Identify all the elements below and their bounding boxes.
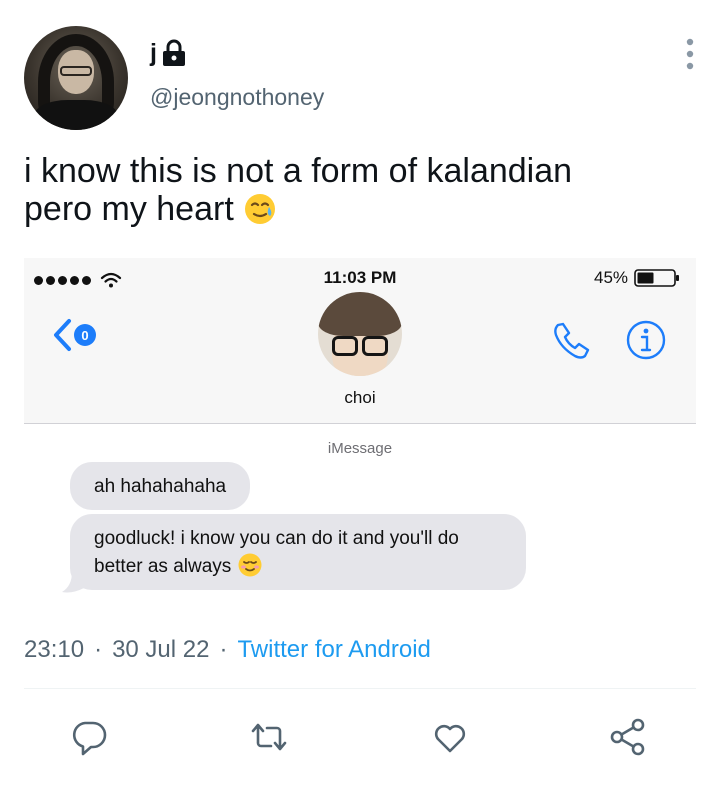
info-icon[interactable]	[626, 320, 666, 360]
tweet-time[interactable]: 23:10	[24, 636, 84, 664]
battery-icon	[634, 269, 680, 287]
reply-button[interactable]	[64, 712, 114, 762]
retweet-icon	[251, 723, 287, 751]
unread-badge: 0	[74, 324, 96, 346]
tweet-text: i know this is not a form of kalandian p…	[24, 152, 684, 228]
message-text-line-1: goodluck! i know you can do it and you'l…	[94, 528, 459, 549]
back-button[interactable]: 0	[52, 318, 96, 352]
reply-icon	[72, 721, 107, 756]
tweet-date[interactable]: 30 Jul 22	[112, 636, 209, 664]
more-options-icon[interactable]	[680, 36, 700, 72]
contact-glasses-right	[362, 336, 388, 356]
tweet-text-line-2-text: pero my heart	[24, 190, 234, 228]
smiling-face-icon	[238, 553, 262, 577]
contact-glasses-left	[332, 336, 358, 356]
contact-avatar[interactable]	[318, 292, 402, 376]
author-handle[interactable]: @jeongnothoney	[150, 84, 324, 111]
phone-icon[interactable]	[554, 320, 592, 360]
like-button[interactable]	[425, 712, 475, 762]
tweet-text-line-1: i know this is not a form of kalandian	[24, 152, 573, 190]
heart-icon	[434, 724, 466, 753]
meta-separator: ·	[94, 636, 103, 663]
smiling-face-with-tear-icon	[245, 194, 276, 224]
tweet-text-line-2: pero my heart	[24, 190, 684, 228]
retweet-button[interactable]	[244, 712, 294, 762]
avatar-glasses	[60, 66, 92, 76]
bubble-tail	[62, 572, 84, 593]
battery-status: 45%	[594, 268, 680, 288]
display-name[interactable]: j	[150, 39, 157, 68]
message-text-line-2: better as always	[94, 552, 502, 580]
lock-icon	[162, 39, 185, 66]
attached-image[interactable]: 11:03 PM 45% 0 choi iMessage ah hahahaha…	[24, 258, 696, 602]
author-name-row[interactable]: j	[150, 38, 187, 68]
avatar-body	[34, 100, 118, 130]
chevron-left-icon	[54, 319, 71, 351]
meta-separator: ·	[219, 636, 228, 663]
divider	[24, 688, 696, 689]
contact-hair	[318, 292, 402, 336]
service-label: iMessage	[327, 440, 393, 457]
tweet-source-link[interactable]: Twitter for Android	[237, 636, 430, 664]
message-bubble[interactable]: ah hahahahaha	[70, 462, 251, 510]
message-text: ah hahahahaha	[94, 476, 227, 497]
tweet-meta: 23:10 · 30 Jul 22 · Twitter for Android	[24, 636, 431, 664]
profile-avatar[interactable]	[24, 26, 128, 130]
tweet-actions	[0, 712, 720, 762]
share-button[interactable]	[603, 712, 653, 762]
contact-name[interactable]: choi	[24, 388, 696, 408]
share-icon	[610, 718, 645, 756]
message-text-line-2-text: better as always	[94, 556, 232, 577]
message-bubble[interactable]: goodluck! i know you can do it and you'l…	[70, 514, 526, 590]
imessage-header: 11:03 PM 45% 0 choi	[24, 258, 696, 424]
battery-percent: 45%	[594, 268, 629, 287]
